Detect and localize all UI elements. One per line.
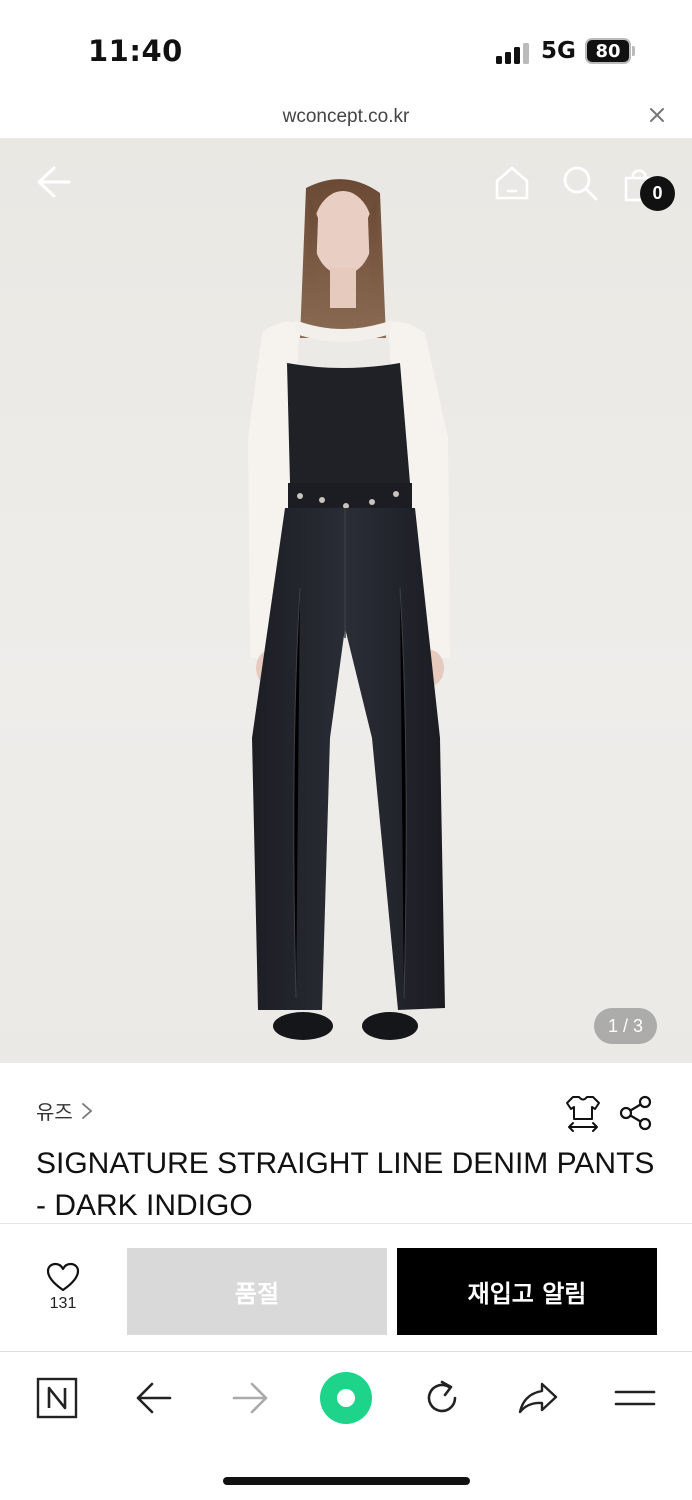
battery-level: 80 — [595, 41, 621, 62]
wish-count: 131 — [49, 1295, 77, 1312]
naver-n-icon[interactable] — [35, 1376, 79, 1420]
soldout-button[interactable]: 품절 — [127, 1248, 387, 1335]
share-arrow-icon[interactable] — [516, 1376, 560, 1420]
cart-count-badge[interactable]: 0 — [640, 176, 675, 211]
menu-icon[interactable] — [613, 1376, 657, 1420]
back-icon[interactable] — [132, 1376, 176, 1420]
battery-tip — [632, 46, 635, 56]
status-time: 11:40 — [88, 34, 183, 68]
battery-icon: 80 — [585, 38, 631, 64]
close-icon[interactable] — [646, 104, 668, 126]
restock-alert-button[interactable]: 재입고 알림 — [397, 1248, 657, 1335]
product-info: 유즈 SIGNATURE STRAIGHT LINE DENIM PANTS -… — [0, 1063, 692, 1223]
purchase-action-bar: 131 품절 재입고 알림 — [0, 1223, 692, 1351]
url-bar[interactable]: wconcept.co.kr — [0, 96, 692, 138]
network-label: 5G — [541, 38, 576, 64]
image-page-indicator: 1 / 3 — [594, 1008, 657, 1044]
signal-icon — [496, 42, 530, 64]
share-icon[interactable] — [618, 1095, 654, 1131]
forward-icon[interactable] — [228, 1376, 272, 1420]
wishlist-button[interactable]: 131 — [36, 1262, 90, 1313]
brand-name[interactable]: 유즈 — [36, 1096, 73, 1125]
green-home-icon[interactable] — [318, 1370, 374, 1426]
product-image[interactable]: 0 1 / 3 — [0, 138, 692, 1063]
status-bar: 11:40 5G 80 — [0, 0, 692, 96]
reload-icon[interactable] — [420, 1376, 464, 1420]
back-arrow-icon[interactable] — [34, 164, 72, 200]
product-title: SIGNATURE STRAIGHT LINE DENIM PANTS - DA… — [36, 1147, 655, 1222]
model-photo — [248, 179, 450, 1040]
browser-toolbar — [0, 1351, 692, 1500]
home-indicator — [223, 1477, 470, 1485]
home-icon[interactable] — [493, 164, 531, 202]
url-domain[interactable]: wconcept.co.kr — [0, 106, 692, 128]
chevron-right-icon — [81, 1102, 93, 1119]
search-icon[interactable] — [561, 164, 599, 202]
brand-link[interactable]: 유즈 — [36, 1096, 93, 1125]
size-guide-icon[interactable] — [565, 1093, 601, 1133]
heart-icon — [46, 1262, 80, 1292]
